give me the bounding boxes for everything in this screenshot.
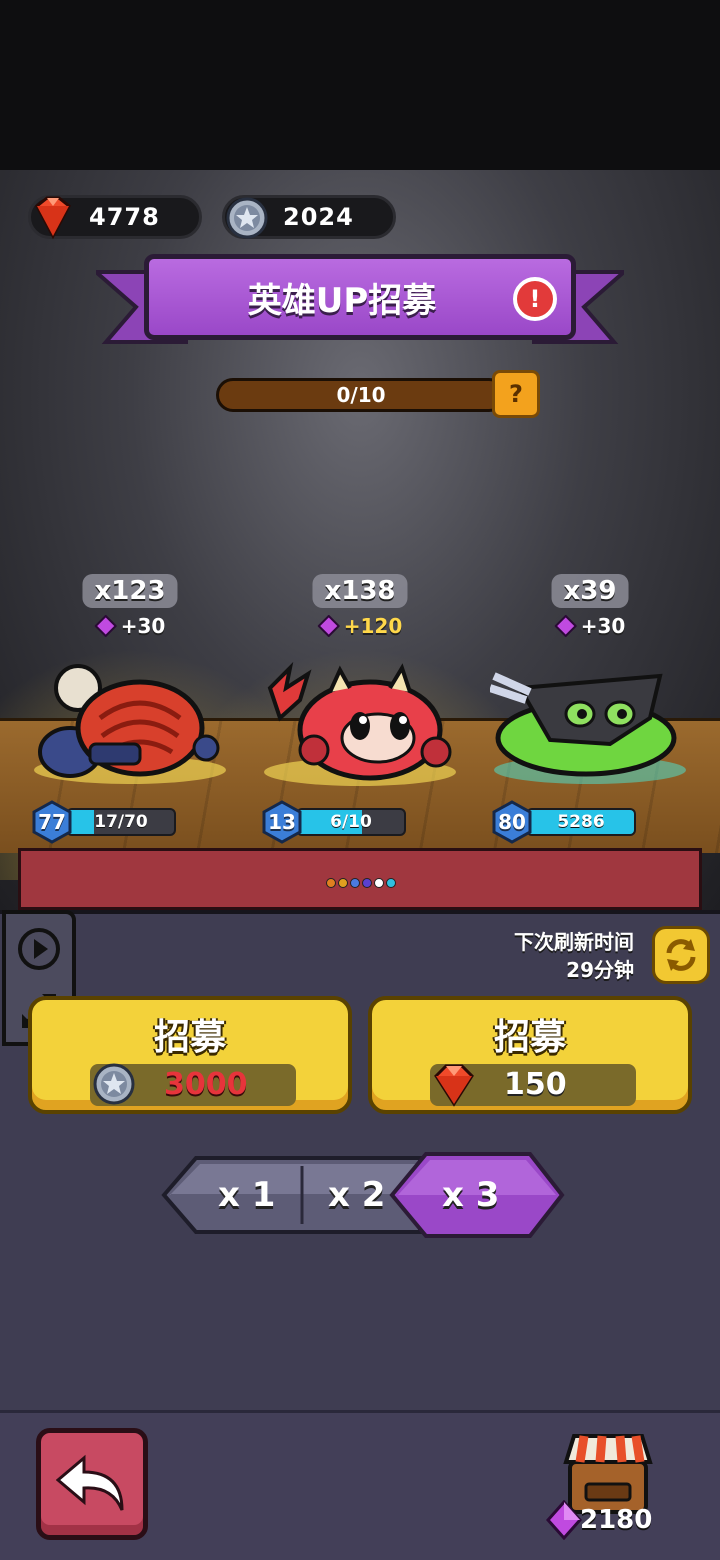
page-title: 英雄UP招募 [247,280,437,321]
gem-count: 4778 [89,203,160,231]
hero-bonus-value: +30 [580,614,626,638]
hero-level-progress: 6/10 [330,812,372,832]
exclamation-icon[interactable]: ! [513,277,557,321]
hero-bonus: +120 [317,614,403,638]
help-question-icon[interactable]: ? [492,370,540,418]
hero-level-2: 6/10 13 [260,800,420,844]
recruit-price: 150 [430,1064,636,1107]
page-dot [362,878,372,888]
hero-level-label: 13 [260,800,304,844]
hero-level-progress: 5286 [557,812,605,832]
hero-level: 77 [38,810,66,834]
hero-up-banner: 英雄UP招募 ! [96,254,624,354]
play-icon[interactable] [16,926,62,972]
hero-bonus-value: +30 [120,614,166,638]
hero-bonus: +30 [554,614,626,638]
red-dragon-hero-icon [264,661,456,786]
hero-level-label: 80 [490,800,534,844]
refresh-label: 下次刷新时间 [514,930,634,954]
purple-gem-currency: 2180 [546,1500,666,1540]
green-ninja-blob-hero-icon [490,672,686,784]
red-gem-icon [35,196,71,240]
refresh-icon [666,939,696,971]
hero-level-bar: 17/70 [66,808,176,836]
hero-count: x138 [312,574,408,608]
hero-count: x123 [82,574,178,608]
refresh-time: 29分钟 [566,958,634,982]
page-dot [350,878,360,888]
pity-progress-text: 0/10 [336,383,386,407]
coin-count: 2024 [283,203,354,231]
hero-card-2[interactable]: x138 +120 6/10 13 [260,574,460,854]
red-shell-bomb-hero-icon [34,664,226,784]
recruit-multiplier-selector: x 1 x 2 x 3 [160,1152,566,1238]
refresh-timer: 下次刷新时间 29分钟 [514,928,634,984]
purple-gem-icon [546,1500,582,1540]
hero-level-bar: 5286 [526,808,636,836]
recruit-gem-button[interactable]: 招募 150 [368,996,692,1114]
hero-card-3[interactable]: x39 +30 5286 80 [490,574,690,854]
red-gem-icon [434,1064,474,1107]
hero-level: 80 [498,810,526,834]
hero-card-1[interactable]: x123 +30 17/70 77 [30,574,230,854]
hero-bonus-value: +120 [343,614,403,638]
recruit-button-label: 招募 [493,1017,566,1058]
purple-gem-icon [554,615,577,637]
multiplier-option-1[interactable]: x 1 [218,1162,275,1228]
banner-plate: 英雄UP招募 ! [144,254,576,340]
multiplier-option-3-selected[interactable]: x 3 [442,1162,499,1228]
hero-level-3: 5286 80 [490,800,650,844]
recruit-button-label: 招募 [153,1017,226,1058]
hero-level-label: 77 [30,800,74,844]
page-indicator [326,878,396,888]
page-dot [326,878,336,888]
purple-gem-count: 2180 [580,1505,653,1535]
recruit-coin-button[interactable]: 招募 3000 [28,996,352,1114]
recruit-price-value: 3000 [164,1067,248,1102]
gem-currency-pill[interactable]: 4778 [28,195,202,240]
pity-progress-bar: 0/10 [216,378,506,412]
hero-level-progress: 17/70 [94,812,148,832]
page-dot [338,878,348,888]
refresh-button[interactable] [652,926,710,984]
silver-star-coin-icon [93,1063,135,1105]
page-dot [374,878,384,888]
hero-level: 13 [268,810,296,834]
page-dot [386,878,396,888]
coin-currency-pill[interactable]: 2024 [222,195,396,239]
silver-star-coin-icon [226,197,268,239]
hero-level-1: 17/70 77 [30,800,190,844]
recruit-price: 3000 [90,1063,296,1106]
purple-gem-icon [317,615,340,637]
back-arrow-icon [56,1454,124,1511]
top-status-area [0,0,720,170]
recruit-price-value: 150 [504,1067,567,1102]
hero-count: x39 [551,574,629,608]
back-button[interactable] [36,1428,148,1540]
purple-gem-icon [94,615,117,637]
hero-level-bar: 6/10 [296,808,406,836]
hero-bonus: +30 [94,614,166,638]
multiplier-option-2[interactable]: x 2 [328,1162,385,1228]
